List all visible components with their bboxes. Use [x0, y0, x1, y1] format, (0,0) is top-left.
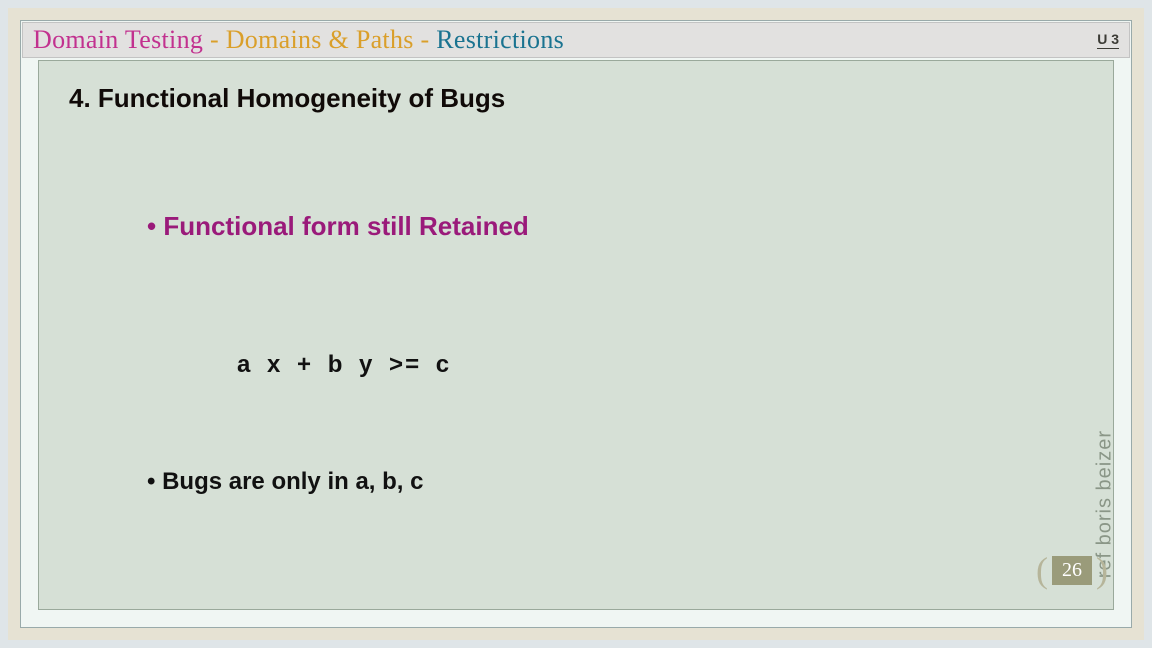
unit-label: U 3	[1097, 31, 1119, 49]
slide-title: Domain Testing - Domains & Paths - Restr…	[33, 25, 564, 55]
content-panel: 4. Functional Homogeneity of Bugs • Func…	[38, 60, 1114, 610]
bullet-bugs-abc: • Bugs are only in a, b, c	[147, 468, 423, 496]
title-part-3: Restrictions	[436, 25, 564, 54]
page-badge: ( 26 )	[1036, 552, 1108, 588]
bracket-left-icon: (	[1036, 552, 1048, 588]
page-number: 26	[1052, 556, 1092, 585]
title-part-1: Domain Testing	[33, 25, 210, 54]
slide-frame: Domain Testing - Domains & Paths - Restr…	[0, 0, 1152, 648]
formula-text: a x + b y >= c	[237, 351, 451, 379]
header-bar: Domain Testing - Domains & Paths - Restr…	[22, 22, 1130, 58]
title-part-2: - Domains & Paths -	[210, 25, 436, 54]
section-heading: 4. Functional Homogeneity of Bugs	[69, 83, 505, 114]
bracket-right-icon: )	[1096, 552, 1108, 588]
bullet-functional-form: • Functional form still Retained	[147, 211, 529, 242]
